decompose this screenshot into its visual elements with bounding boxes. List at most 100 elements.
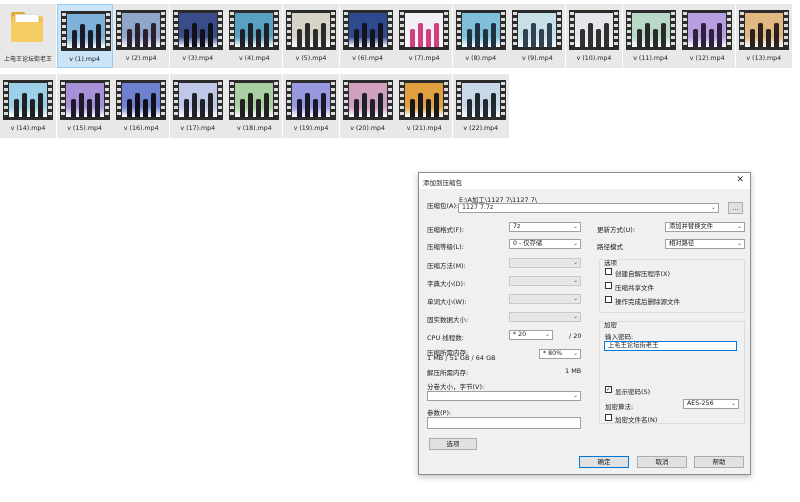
file-name: v (5).mp4: [295, 55, 327, 62]
video-file-item[interactable]: v (17).mp4: [169, 74, 226, 138]
folder-item[interactable]: 上电王论坛街老王: [0, 4, 56, 68]
encrypt-names-checkbox[interactable]: [605, 414, 612, 421]
file-name: v (15).mp4: [67, 125, 102, 132]
param-input[interactable]: [427, 417, 581, 429]
video-thumbnail-icon: [342, 10, 393, 50]
video-file-item[interactable]: v (19).mp4: [283, 74, 339, 138]
sfx-label: 创建自解压程序(X): [615, 270, 671, 278]
video-file-item[interactable]: v (5).mp4: [283, 4, 339, 68]
close-icon[interactable]: ✕: [736, 175, 744, 185]
path-select[interactable]: 相对路径 ⌄: [665, 239, 745, 249]
video-file-item[interactable]: v (8).mp4: [452, 4, 509, 68]
video-thumbnail-icon: [116, 80, 167, 120]
file-name: v (14).mp4: [10, 125, 46, 132]
encryption-group-label: 加密: [603, 319, 618, 329]
level-label: 压缩等级(L):: [427, 243, 464, 251]
options-group-label: 选项: [603, 257, 618, 267]
video-thumbnail-icon: [3, 80, 53, 120]
file-name: v (18).mp4: [236, 125, 272, 132]
video-thumbnail-icon: [286, 80, 336, 120]
video-file-item[interactable]: v (15).mp4: [56, 74, 113, 138]
browse-button[interactable]: ...: [728, 202, 743, 214]
video-file-item[interactable]: v (18).mp4: [226, 74, 283, 138]
method-select[interactable]: ⌄: [509, 258, 581, 268]
password-label: 输入密码:: [605, 333, 634, 341]
video-file-item[interactable]: v (10).mp4: [566, 4, 622, 68]
file-name: v (11).mp4: [633, 55, 668, 62]
param-label: 参数(P):: [427, 409, 452, 417]
video-file-item[interactable]: v (13).mp4: [735, 4, 792, 68]
delete-checkbox[interactable]: [605, 296, 612, 303]
video-thumbnail-icon: [399, 10, 450, 50]
video-thumbnail-icon: [569, 10, 619, 50]
format-select[interactable]: 7z ⌄: [509, 222, 581, 232]
video-thumbnail-icon: [172, 80, 223, 120]
dict-label: 字典大小(D):: [427, 280, 466, 288]
video-thumbnail-icon: [455, 80, 506, 120]
update-select[interactable]: 添加并替换文件 ⌄: [665, 222, 745, 232]
video-file-item[interactable]: v (2).mp4: [113, 4, 170, 68]
video-thumbnail-icon: [342, 80, 393, 120]
method-label: 压缩方法(M):: [427, 262, 466, 270]
video-thumbnail-icon: [399, 80, 450, 120]
video-thumbnail-icon: [512, 10, 563, 50]
add-to-archive-dialog: 添加到压缩包 ✕ 压缩包(A): E:\A加工\1127 7\1127 7\ 1…: [418, 172, 751, 475]
dmem-label: 解压所需内存:: [427, 369, 469, 377]
solid-select[interactable]: ⌄: [509, 312, 581, 322]
video-file-item[interactable]: v (12).mp4: [679, 4, 736, 68]
video-file-item[interactable]: v (14).mp4: [0, 74, 56, 138]
video-file-item[interactable]: v (11).mp4: [622, 4, 679, 68]
encrypt-names-label: 加密文件名(N): [615, 416, 658, 424]
cancel-button[interactable]: 取消: [637, 456, 687, 468]
options-button[interactable]: 选项: [429, 438, 477, 450]
dialog-titlebar: 添加到压缩包 ✕: [419, 173, 750, 189]
video-file-item[interactable]: v (6).mp4: [339, 4, 396, 68]
update-label: 更新方式(U):: [597, 226, 636, 234]
video-file-item[interactable]: v (9).mp4: [509, 4, 566, 68]
shared-checkbox[interactable]: [605, 282, 612, 289]
file-name: v (4).mp4: [238, 55, 270, 62]
shared-label: 压缩共享文件: [615, 284, 654, 292]
video-file-item[interactable]: v (21).mp4: [396, 74, 453, 138]
show-password-checkbox[interactable]: ✓: [605, 386, 612, 393]
video-thumbnail-icon: [738, 10, 789, 50]
file-name: v (16).mp4: [123, 125, 159, 132]
video-thumbnail-icon: [59, 80, 110, 120]
split-combo[interactable]: ⌄: [427, 391, 581, 401]
mem-pct-select[interactable]: * 80% ⌄: [539, 349, 581, 359]
show-password-label: 显示密码(S): [615, 388, 651, 396]
dmem-value: 1 MB: [565, 367, 582, 375]
sfx-checkbox[interactable]: [605, 268, 612, 275]
ok-button[interactable]: 确定: [579, 456, 629, 468]
cpu-select[interactable]: * 20 ⌄: [509, 330, 553, 340]
path-label: 路径模式: [597, 243, 623, 251]
file-name: v (12).mp4: [689, 55, 725, 62]
video-file-item[interactable]: v (1).mp4: [56, 4, 113, 68]
video-file-item[interactable]: v (3).mp4: [169, 4, 226, 68]
password-input[interactable]: 上毛王论坛街老王: [604, 341, 737, 351]
word-label: 单词大小(W):: [427, 298, 467, 306]
video-thumbnail-icon: [172, 10, 223, 50]
cpu-max: / 20: [569, 332, 582, 340]
video-file-item[interactable]: v (20).mp4: [339, 74, 396, 138]
enc-method-label: 加密算法:: [605, 403, 634, 411]
help-button[interactable]: 帮助: [694, 456, 744, 468]
format-label: 压缩格式(F):: [427, 226, 465, 234]
enc-method-select[interactable]: AES-256 ⌄: [683, 399, 739, 409]
video-thumbnail-icon: [229, 80, 280, 120]
video-file-item[interactable]: v (7).mp4: [396, 4, 453, 68]
dict-select[interactable]: ⌄: [509, 276, 581, 286]
folder-name: 上电王论坛街老王: [3, 56, 52, 63]
cpu-label: CPU 线程数:: [427, 334, 464, 342]
file-name: v (7).mp4: [408, 55, 440, 62]
archive-label: 压缩包(A):: [427, 202, 459, 210]
archive-name-combo[interactable]: 1127 7.7z ⌄: [458, 203, 719, 213]
video-thumbnail-icon: [286, 10, 336, 50]
file-name: v (22).mp4: [463, 125, 499, 132]
level-select[interactable]: 0 - 仅存储 ⌄: [509, 239, 581, 249]
video-file-item[interactable]: v (16).mp4: [113, 74, 170, 138]
video-file-item[interactable]: v (22).mp4: [452, 74, 509, 138]
word-select[interactable]: ⌄: [509, 294, 581, 304]
video-file-item[interactable]: v (4).mp4: [226, 4, 283, 68]
file-name: v (19).mp4: [293, 125, 329, 132]
